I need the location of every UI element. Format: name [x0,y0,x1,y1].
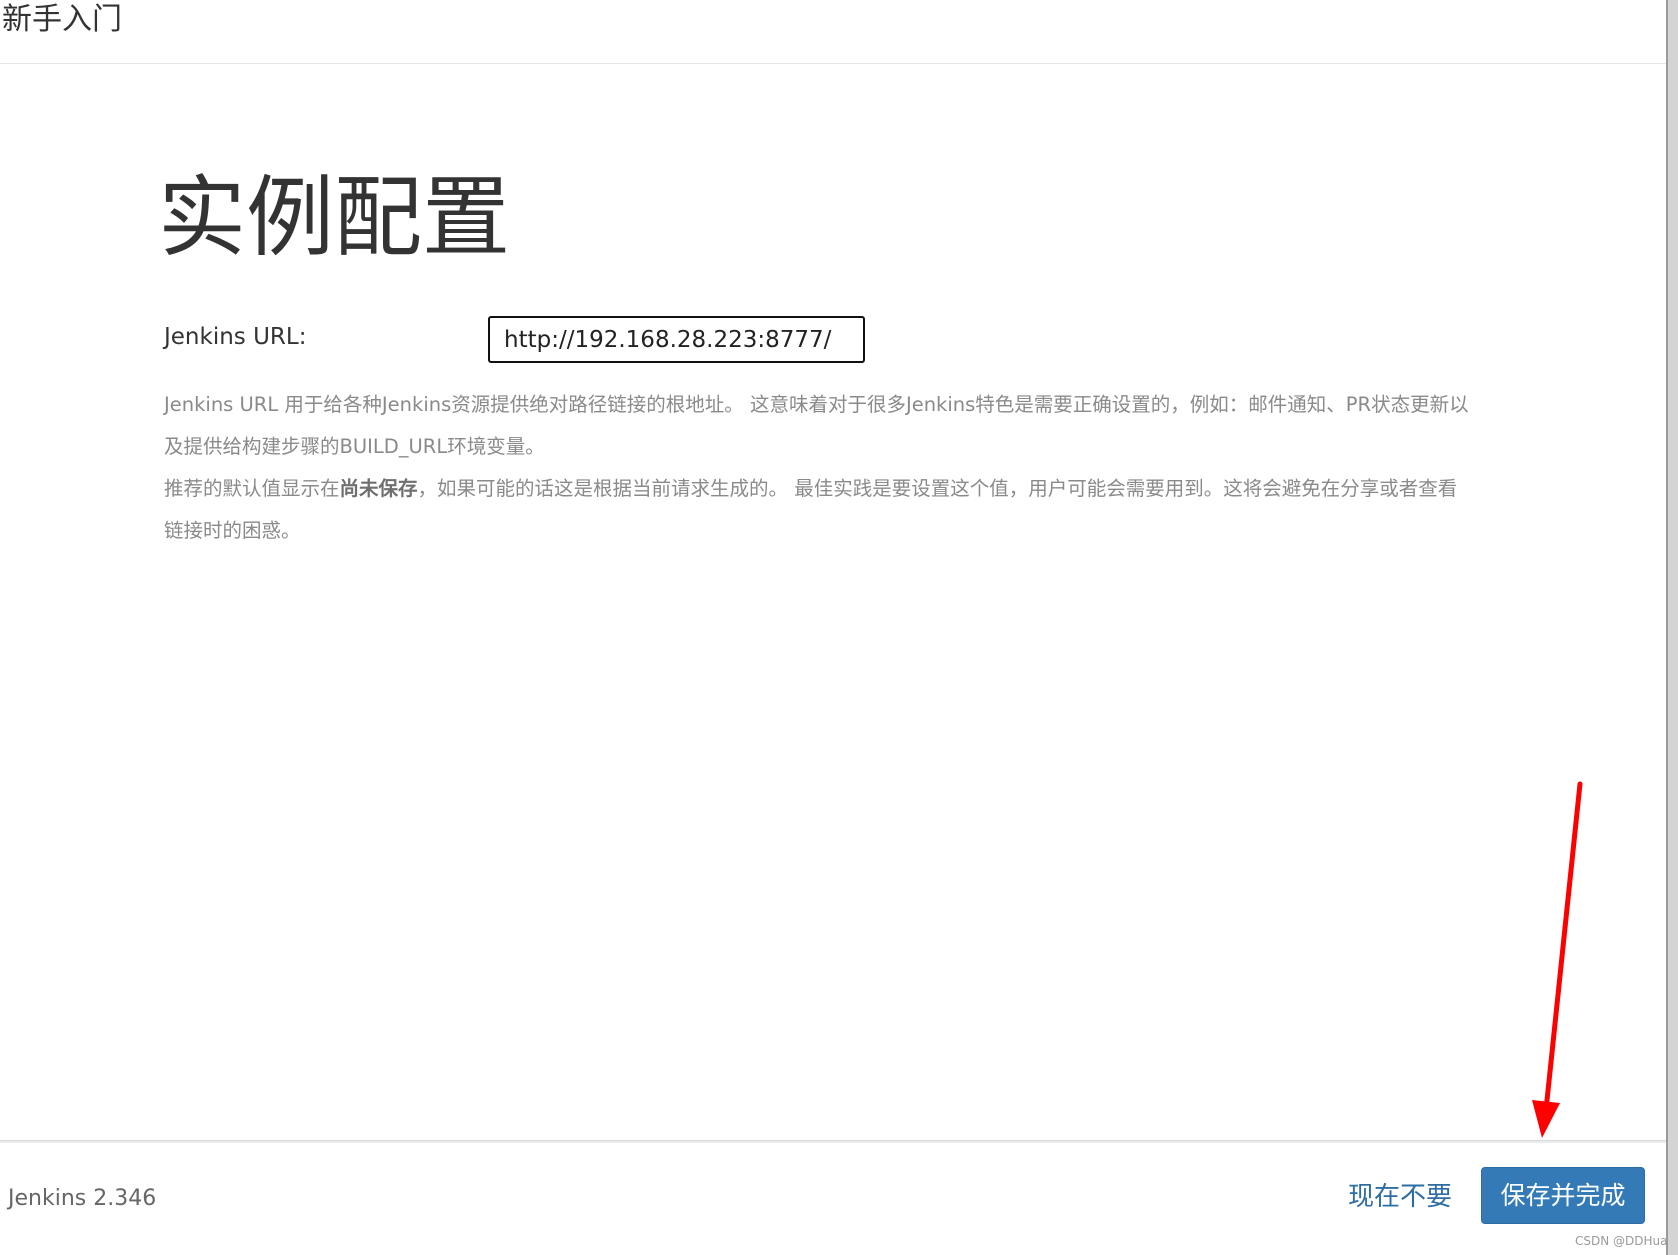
wizard-header: 新手入门 [0,0,1666,64]
page-title: 实例配置 [158,166,511,269]
help-text: Jenkins URL 用于给各种Jenkins资源提供绝对路径链接的根地址。 … [164,384,1474,552]
skip-button[interactable]: 现在不要 [1348,1180,1452,1214]
save-and-finish-button[interactable]: 保存并完成 [1481,1167,1645,1224]
jenkins-url-label: Jenkins URL: [164,324,307,350]
header-title: 新手入门 [2,2,122,37]
help-paragraph-2-prefix: 推荐的默认值显示在 [164,477,340,500]
window-scrollbar[interactable] [1668,0,1678,1255]
help-paragraph-1: Jenkins URL 用于给各种Jenkins资源提供绝对路径链接的根地址。 … [164,393,1469,458]
red-arrow-annotation [1532,781,1583,1138]
help-paragraph-2: 推荐的默认值显示在尚未保存，如果可能的话这是根据当前请求生成的。 最佳实践是要设… [164,468,1474,552]
jenkins-version: Jenkins 2.346 [8,1186,157,1211]
jenkins-url-input[interactable] [488,316,865,363]
csdn-watermark: CSDN @DDHuao [1575,1234,1675,1248]
not-saved-emphasis: 尚未保存 [339,477,418,500]
setup-wizard-page: 新手入门 实例配置 Jenkins URL: Jenkins URL 用于给各种… [0,0,1678,1255]
footer-divider [0,1141,1666,1143]
